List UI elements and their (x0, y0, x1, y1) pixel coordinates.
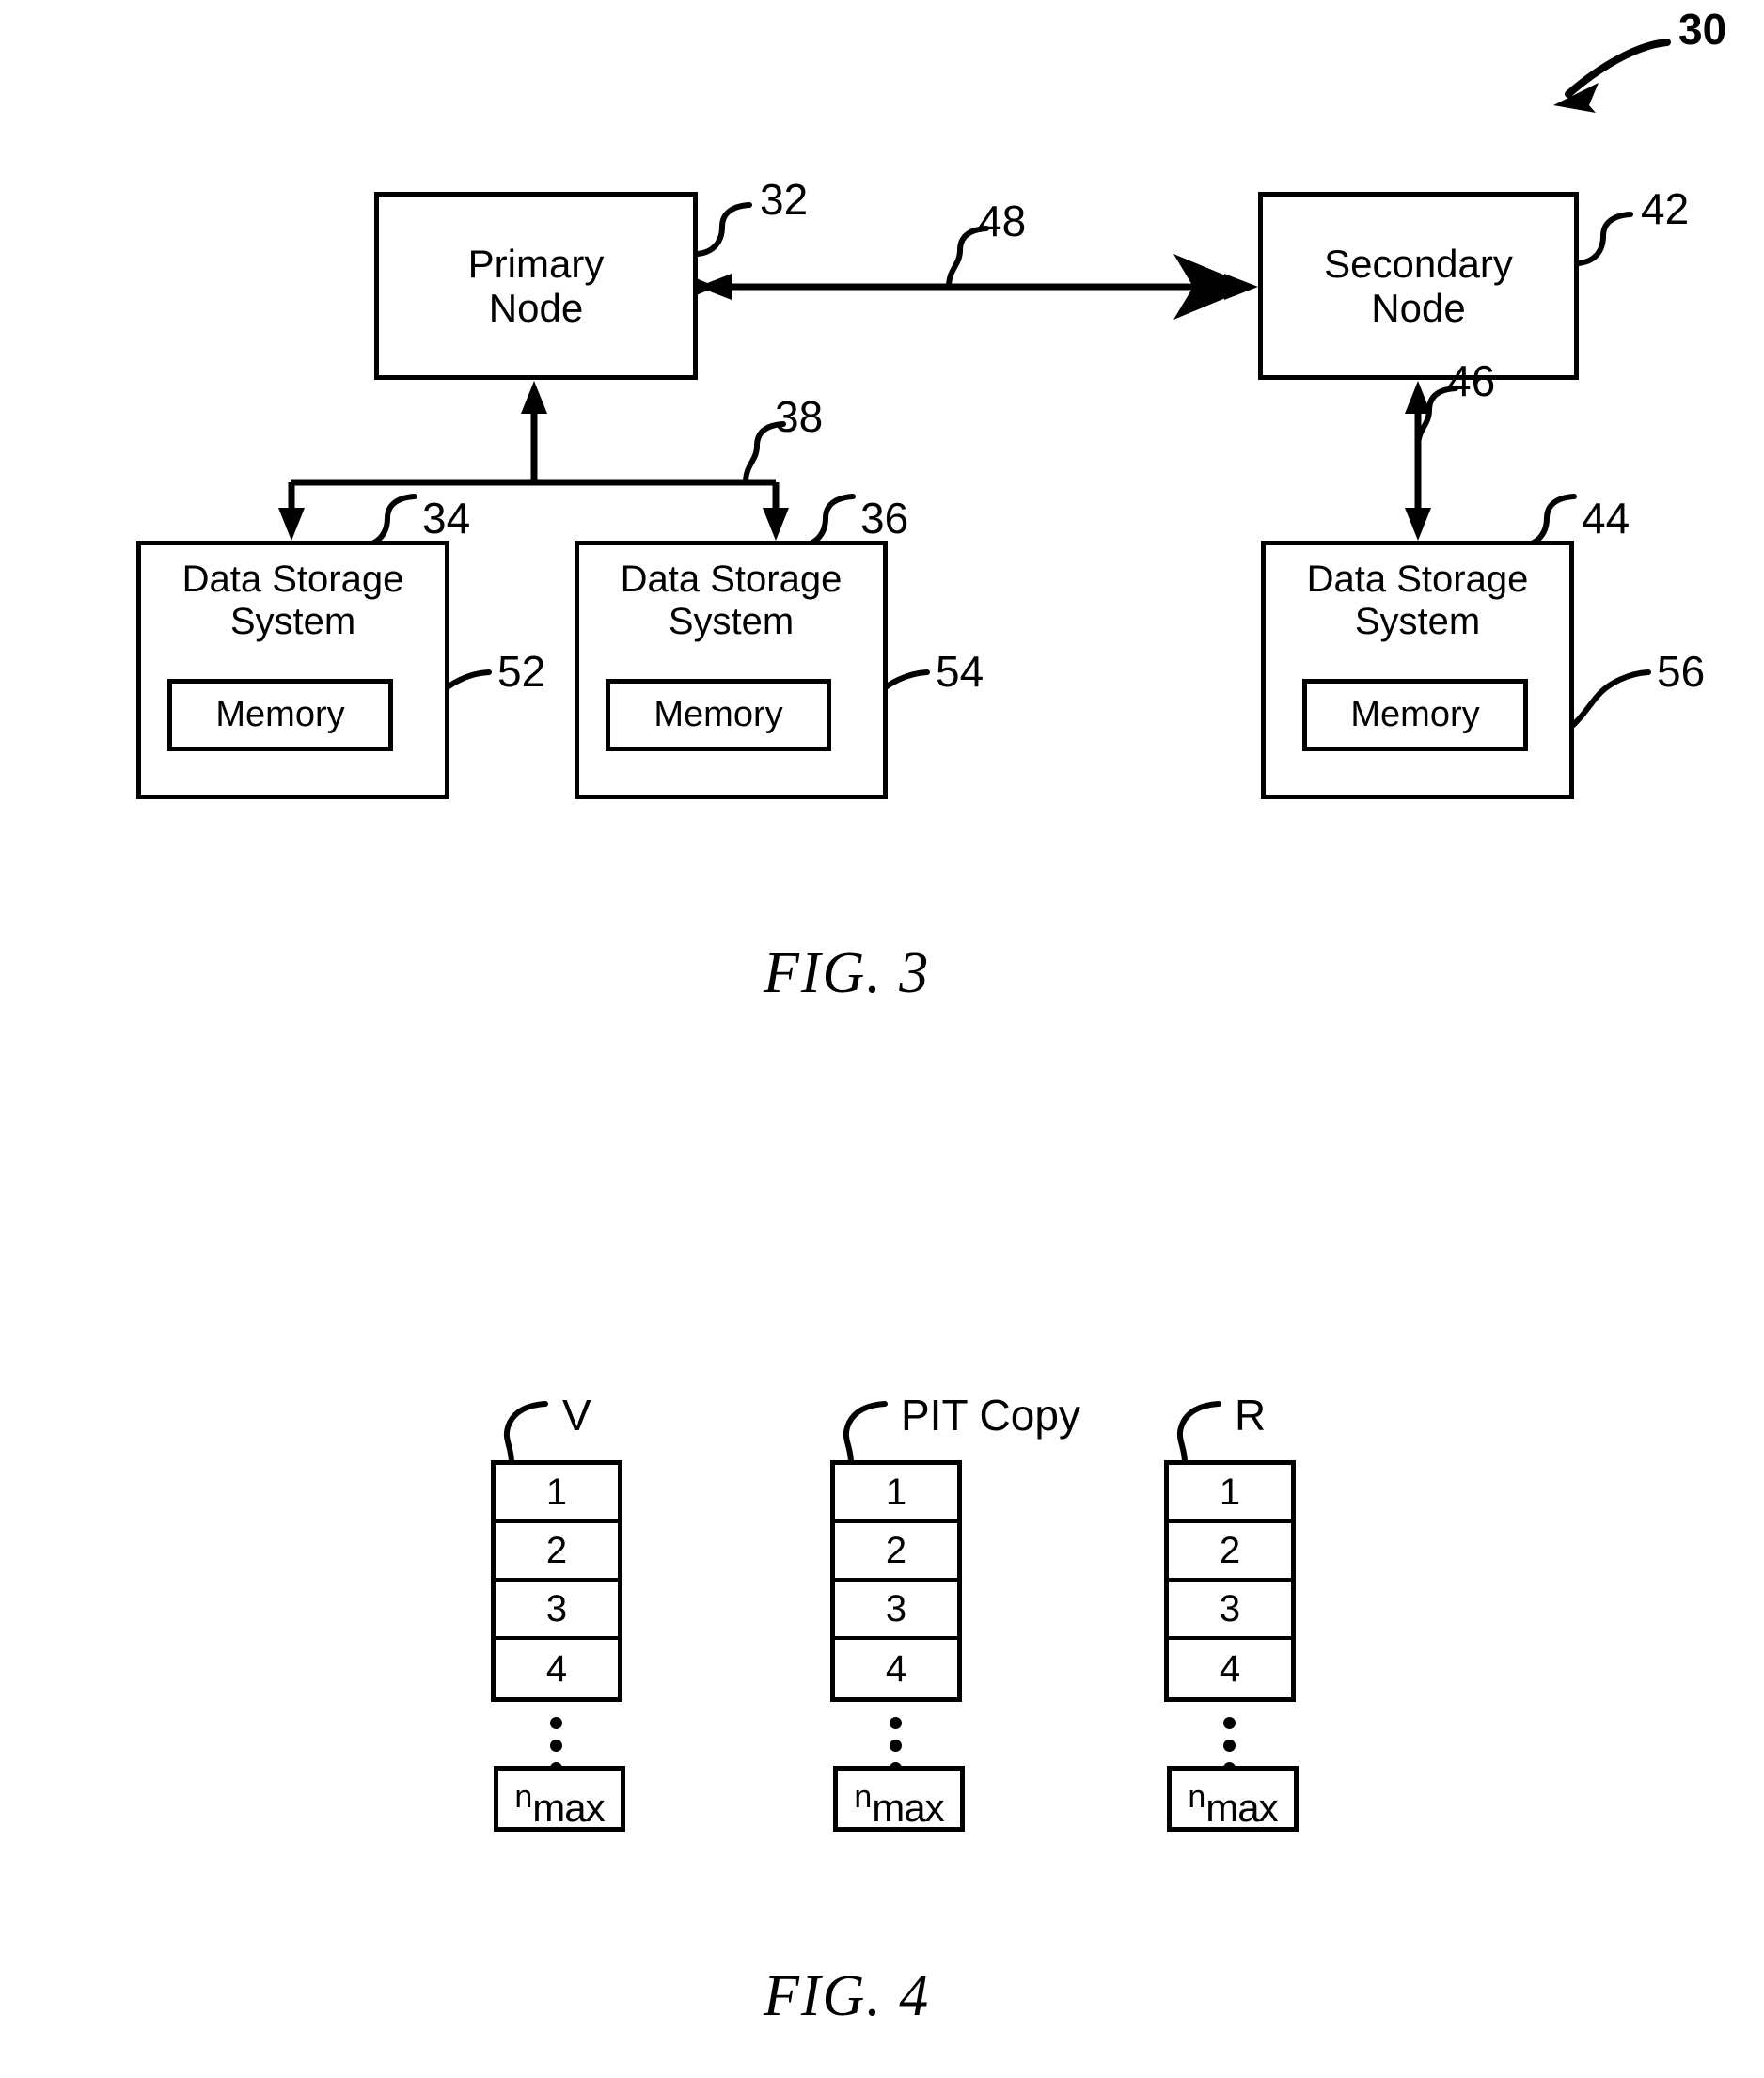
f4-pit-nmax-n: n (854, 1779, 873, 1815)
f4-table-r-head: R (1235, 1391, 1267, 1440)
f4-table-r[interactable]: 1 2 3 4 (1164, 1460, 1296, 1702)
memory-54-label: Memory (654, 695, 783, 734)
storage-34-title-line1: Data Storage (181, 559, 404, 600)
storage-44-title-line1: Data Storage (1306, 559, 1529, 600)
f4-v-row-4: 4 (545, 1647, 568, 1690)
link-48-arrowheads (698, 274, 1258, 300)
ref-numeral-42: 42 (1641, 184, 1690, 233)
bus-38 (278, 381, 789, 541)
f4-table-pit[interactable]: 1 2 3 4 (830, 1460, 962, 1702)
f4-v-row-2: 2 (496, 1523, 618, 1582)
f4-pit-nmax-box[interactable]: n max (833, 1766, 965, 1832)
leader-44 (1520, 494, 1577, 549)
f4-v-row-3: 3 (496, 1582, 618, 1640)
f4-pit-row-4: 4 (885, 1647, 907, 1690)
secondary-node-box[interactable]: Secondary Node (1258, 192, 1579, 380)
data-storage-system-36-box[interactable]: Data Storage System (575, 541, 888, 799)
leader-f4-r (1176, 1401, 1221, 1466)
patent-figure-sheet: 30 Primary Node 32 Secondary Node 42 48 … (0, 0, 1764, 2078)
leader-f4-v (503, 1401, 548, 1466)
ref-numeral-34: 34 (422, 494, 471, 543)
f4-r-row-1: 1 (1169, 1465, 1291, 1523)
ref-numeral-56: 56 (1657, 647, 1706, 696)
ref-numeral-46: 46 (1447, 356, 1496, 405)
memory-56-label: Memory (1350, 695, 1480, 734)
data-storage-system-44-box[interactable]: Data Storage System (1261, 541, 1574, 799)
f4-v-nmax-box[interactable]: n max (494, 1766, 625, 1832)
leader-36 (798, 494, 856, 549)
ref-numeral-44: 44 (1582, 494, 1630, 543)
f4-r-row-3: 3 (1169, 1582, 1291, 1640)
memory-52-box[interactable]: Memory (167, 679, 393, 751)
secondary-node-label-line2: Node (1371, 286, 1466, 330)
data-storage-system-34-box[interactable]: Data Storage System (136, 541, 449, 799)
storage-34-title-line2: System (229, 600, 356, 642)
primary-node-label-line1: Primary (467, 241, 605, 286)
overall-ref-arrow-30 (1553, 39, 1671, 113)
ref-numeral-54: 54 (936, 647, 984, 696)
ref-numeral-48: 48 (978, 197, 1027, 245)
storage-44-title-line2: System (1354, 600, 1481, 642)
figure-4-caption: FIG. 4 (764, 1964, 931, 2028)
f4-pit-row-2: 2 (835, 1523, 957, 1582)
leader-32 (695, 202, 752, 257)
f4-pit-row-3: 3 (835, 1582, 957, 1640)
f4-r-nmax-sub: max (1205, 1786, 1278, 1830)
f4-r-row-2: 2 (1169, 1523, 1291, 1582)
f4-table-pit-head: PIT Copy (901, 1391, 1080, 1440)
secondary-node-label-line1: Secondary (1324, 241, 1513, 286)
f4-table-v-head: V (562, 1391, 591, 1440)
f4-r-row-4: 4 (1219, 1647, 1241, 1690)
f4-pit-nmax-sub: max (872, 1786, 944, 1830)
ref-numeral-36: 36 (860, 494, 909, 543)
f4-table-v[interactable]: 1 2 3 4 (491, 1460, 622, 1702)
f4-r-nmax-n: n (1188, 1779, 1206, 1815)
f4-v-nmax-sub: max (532, 1786, 605, 1830)
f4-pit-row-1: 1 (835, 1465, 957, 1523)
ref-numeral-52: 52 (497, 647, 546, 696)
leader-34 (360, 494, 417, 549)
f4-v-row-1: 1 (496, 1465, 618, 1523)
memory-56-box[interactable]: Memory (1302, 679, 1528, 751)
ref-numeral-38: 38 (775, 392, 824, 441)
storage-36-title-line2: System (668, 600, 795, 642)
leader-f4-pit (843, 1401, 888, 1466)
primary-node-box[interactable]: Primary Node (374, 192, 698, 380)
primary-node-label-line2: Node (488, 286, 584, 330)
f4-r-nmax-box[interactable]: n max (1167, 1766, 1299, 1832)
figure-3-caption: FIG. 3 (764, 941, 931, 1005)
leader-42 (1576, 212, 1633, 266)
ref-numeral-30: 30 (1678, 5, 1727, 54)
f4-v-nmax-n: n (514, 1779, 533, 1815)
memory-52-label: Memory (215, 695, 345, 734)
storage-36-title-line1: Data Storage (620, 559, 843, 600)
ref-numeral-32: 32 (760, 175, 809, 224)
memory-54-box[interactable]: Memory (606, 679, 831, 751)
